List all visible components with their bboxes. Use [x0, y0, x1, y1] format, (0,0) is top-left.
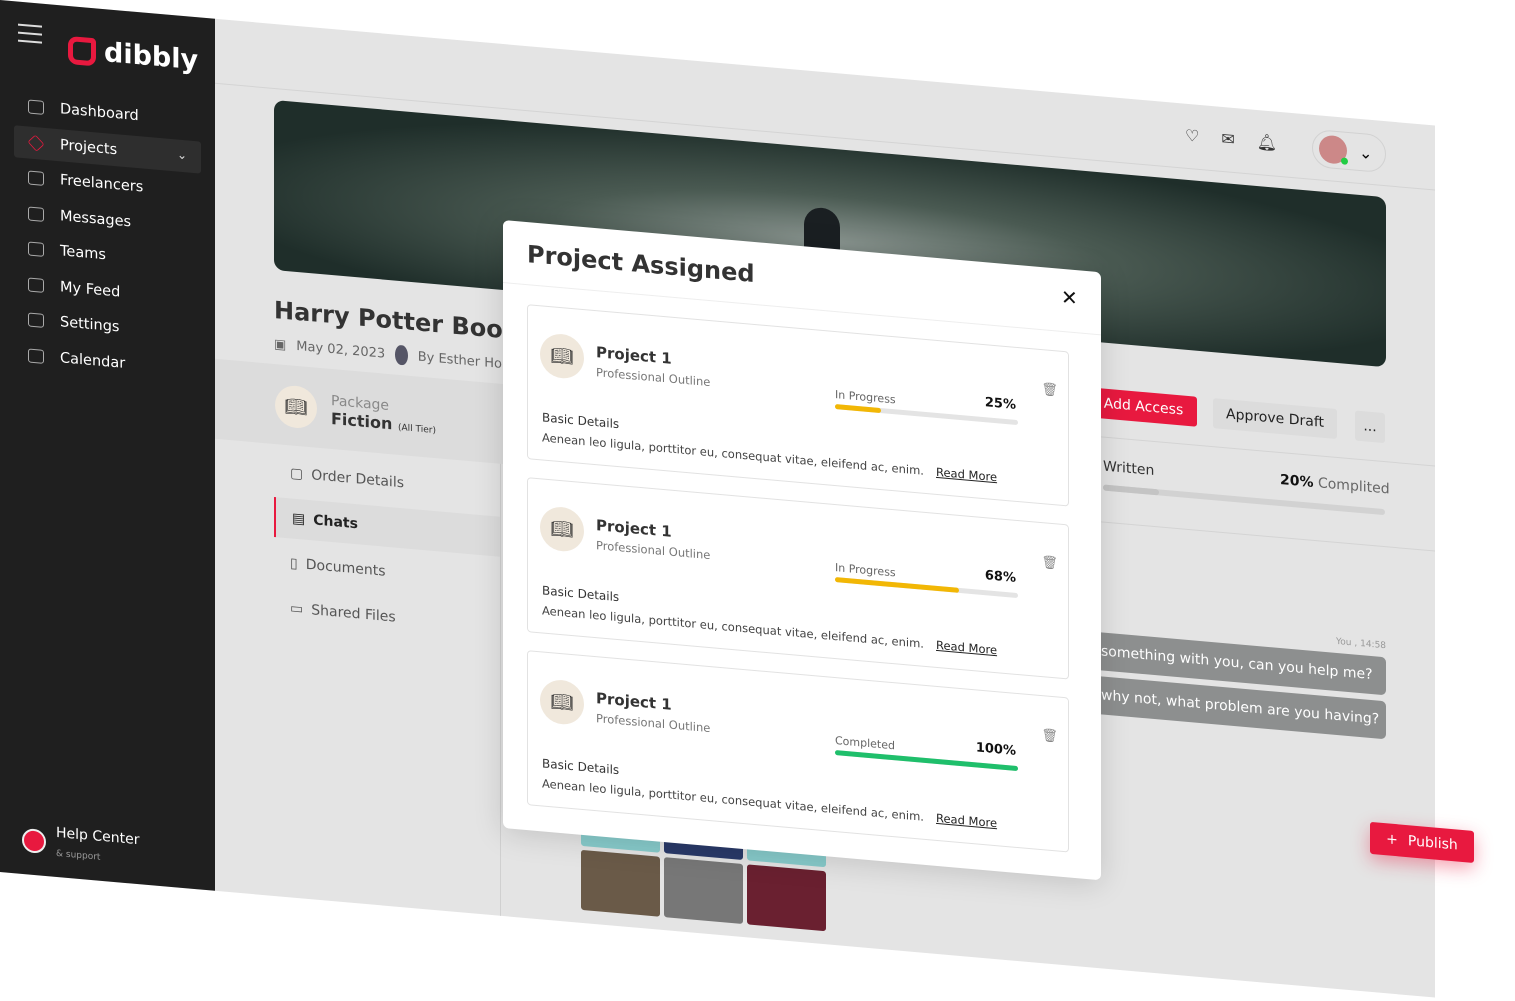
add-access-button[interactable]: Add Access: [1090, 387, 1197, 427]
progress-fill: [835, 577, 960, 593]
project-card: 📖︎ Project 1 Professional Outline In Pro…: [527, 477, 1069, 680]
progress-fill: [1103, 484, 1160, 496]
trash-icon[interactable]: 🗑︎: [1041, 555, 1058, 571]
status-label: Completed: [835, 734, 895, 753]
calendar-icon: ▣: [274, 336, 287, 353]
bell-icon[interactable]: 🔔︎: [1257, 132, 1277, 153]
grid-icon: [28, 99, 44, 115]
author-avatar: [395, 344, 408, 366]
publish-button[interactable]: + Publish: [1370, 821, 1474, 863]
read-more-link[interactable]: Read More: [936, 638, 997, 657]
plus-icon: +: [1386, 831, 1398, 849]
app-window: dibbly Dashboard Projects ⌄ Freelancers Mess…: [0, 0, 1474, 998]
project-assigned-modal: Project Assigned ✕ 📖︎ Project 1 Professi…: [503, 220, 1101, 881]
modal-title: Project Assigned: [527, 240, 755, 289]
mail-icon[interactable]: ✉: [1221, 129, 1234, 149]
read-more-link[interactable]: Read More: [936, 811, 997, 830]
percent: 100%: [975, 740, 1016, 759]
gear-icon: [28, 312, 44, 328]
team-icon: [28, 241, 44, 257]
percent: 25%: [984, 395, 1016, 413]
logo[interactable]: dibbly: [68, 34, 198, 76]
tab-icon: ▤: [292, 510, 306, 528]
thumbnail[interactable]: [664, 857, 743, 925]
help-center-link[interactable]: Help Center & support: [22, 822, 140, 867]
message-icon: [28, 205, 44, 222]
more-options-button[interactable]: ...: [1355, 410, 1385, 444]
tab-icon: ▭: [290, 600, 304, 618]
project-card: 📖︎ Project 1 Professional Outline In Pro…: [527, 304, 1069, 507]
tab-icon: ▯: [290, 555, 298, 573]
user-menu[interactable]: ⌄: [1312, 128, 1386, 174]
avatar: [1319, 134, 1347, 165]
book-icon: 📖︎: [540, 678, 584, 727]
project-card: 📖︎ Project 1 Professional Outline Comple…: [527, 650, 1069, 853]
thumbnail[interactable]: [747, 864, 826, 932]
progress-percent: 20% Complited: [1280, 471, 1390, 498]
book-icon: 📖︎: [275, 384, 317, 430]
users-icon: [28, 170, 44, 186]
read-more-link[interactable]: Read More: [936, 465, 997, 484]
trash-icon[interactable]: 🗑︎: [1041, 382, 1058, 398]
book-icon: 📖︎: [540, 505, 584, 554]
status-label: In Progress: [835, 561, 896, 580]
layers-icon: [27, 134, 45, 152]
calendar-icon: [28, 347, 44, 364]
message-timestamp: You , 14:58: [1336, 636, 1387, 652]
divider: [500, 463, 501, 916]
hamburger-menu-icon[interactable]: [18, 23, 42, 44]
trash-icon[interactable]: 🗑︎: [1041, 728, 1058, 744]
book-icon: 📖︎: [540, 332, 584, 381]
header-icons: ♡ ✉ 🔔︎: [1185, 126, 1277, 153]
logo-mark-icon: [68, 35, 96, 66]
progress-label: Written: [1103, 458, 1155, 479]
feed-icon: [28, 276, 44, 293]
robot-icon: [22, 827, 46, 854]
percent: 68%: [984, 568, 1016, 586]
thumbnail[interactable]: [581, 849, 660, 917]
tab-icon: ▢: [290, 465, 304, 483]
progress-fill: [835, 404, 881, 414]
close-icon[interactable]: ✕: [1061, 285, 1078, 310]
status-label: In Progress: [835, 388, 896, 407]
sidebar: dibbly Dashboard Projects ⌄ Freelancers Mess…: [0, 0, 215, 891]
chevron-down-icon: ⌄: [1359, 142, 1373, 163]
divider: [1101, 521, 1435, 552]
chevron-down-icon: ⌄: [176, 146, 187, 162]
approve-draft-button[interactable]: Approve Draft: [1213, 398, 1337, 439]
heart-icon[interactable]: ♡: [1185, 126, 1199, 146]
